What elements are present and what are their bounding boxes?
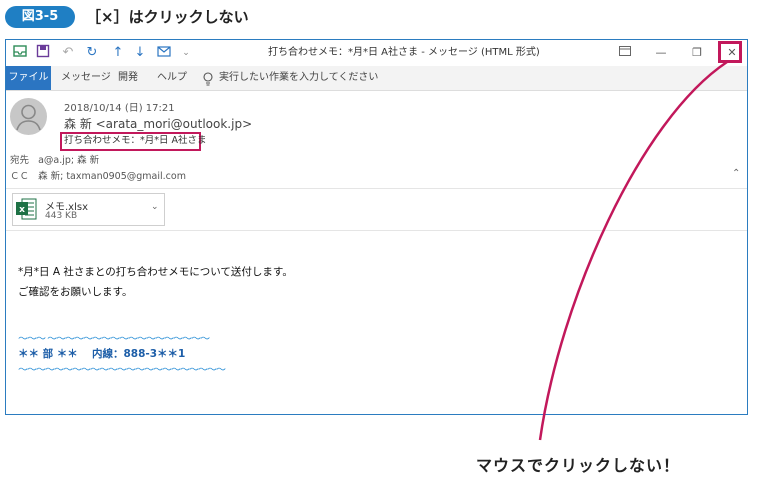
figure-badge: 図3-5: [5, 6, 75, 28]
body-line-2: ご確認をお願いします。: [18, 286, 133, 298]
up-arrow-icon[interactable]: ↑: [110, 44, 126, 62]
cc-recipients[interactable]: 森 新; taxman0905@gmail.com: [38, 171, 186, 182]
body-line-1: *月*日 A 社さまとの打ち合わせメモについて送付します。: [18, 266, 293, 278]
mark-unread-icon[interactable]: [156, 44, 172, 62]
close-highlight: [718, 41, 742, 63]
inbox-icon[interactable]: [12, 44, 28, 62]
to-line: 宛先 a@a.jp; 森 新: [10, 152, 99, 166]
chevron-down-icon[interactable]: ⌄: [151, 202, 159, 212]
ribbon-display-options-icon[interactable]: [616, 44, 634, 62]
svg-text:x: x: [19, 205, 25, 215]
undo-icon[interactable]: ↶: [60, 44, 76, 62]
cc-line: ＣＣ 森 新; taxman0905@gmail.com: [10, 168, 186, 182]
figure-title: ［×］はクリックしない: [86, 8, 249, 26]
tab-developer[interactable]: 開発: [118, 66, 138, 90]
tab-message[interactable]: メッセージ: [61, 66, 111, 90]
cc-label: ＣＣ: [10, 171, 30, 182]
message-window: ↶ ↻ ↑ ↓ ⌄ 打ち合わせメモ：*月*日 A社さま - メッセージ (HTM…: [5, 39, 748, 415]
to-label: 宛先: [10, 155, 30, 166]
signature-wave-top: ～～～ ～～～～～～～～～～～～～～～～～～: [18, 334, 210, 345]
sender-avatar: [10, 98, 47, 135]
lightbulb-icon: [202, 71, 214, 86]
minimize-button[interactable]: —: [652, 44, 670, 62]
to-recipients[interactable]: a@a.jp; 森 新: [38, 155, 99, 166]
redo-icon[interactable]: ↻: [84, 44, 100, 62]
attachment-card[interactable]: x メモ.xlsx 443 KB ⌄: [12, 193, 165, 226]
maximize-button[interactable]: ❐: [688, 44, 706, 62]
divider: [6, 188, 747, 189]
save-icon[interactable]: [35, 44, 51, 62]
tab-help[interactable]: ヘルプ: [157, 66, 187, 90]
excel-file-icon: x: [16, 198, 37, 220]
collapse-header-icon[interactable]: ⌃: [732, 168, 740, 179]
signature-wave-bottom: ～～～～～～～～～～～～～～～～～～～～～～～: [18, 365, 226, 376]
divider: [6, 230, 747, 231]
annotation-text: マウスでクリックしない！: [476, 456, 681, 475]
figure-header: 図3-5 ［×］はクリックしない: [0, 0, 758, 30]
tell-me-search[interactable]: 実行したい作業を入力してください: [219, 66, 378, 90]
window-title: 打ち合わせメモ：*月*日 A社さま - メッセージ (HTML 形式): [268, 47, 540, 58]
attachment-size: 443 KB: [45, 211, 78, 221]
title-bar: ↶ ↻ ↑ ↓ ⌄ 打ち合わせメモ：*月*日 A社さま - メッセージ (HTM…: [6, 40, 747, 66]
tab-file[interactable]: ファイル: [6, 66, 51, 90]
ribbon-tabs: ファイル メッセージ 開発 ヘルプ 実行したい作業を入力してください: [6, 66, 747, 91]
message-date: 2018/10/14 (日) 17:21: [64, 103, 175, 114]
message-subject: 打ち合わせメモ：*月*日 A社さま: [64, 135, 207, 146]
down-arrow-icon[interactable]: ↓: [132, 44, 148, 62]
signature-line: ＊＊ 部 ＊＊ 内線：888-3＊＊1: [18, 348, 186, 360]
customize-qat-icon[interactable]: ⌄: [178, 44, 194, 62]
message-sender: 森 新 <arata_mori@outlook.jp>: [64, 117, 253, 131]
